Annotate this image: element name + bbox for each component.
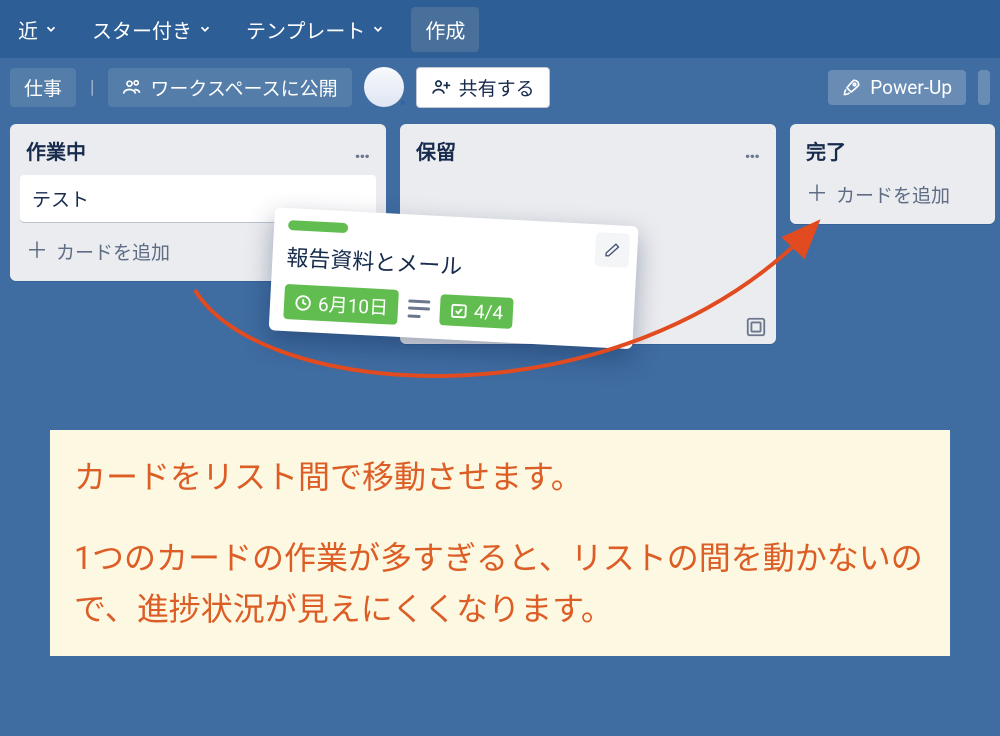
top-nav: 近 スター付き テンプレート 作成 [0,0,1000,58]
annotation-note: カードをリスト間で移動させます。 1つのカードの作業が多すぎると、リストの間を動… [50,430,950,656]
checklist-text: 4/4 [473,300,503,324]
person-plus-icon [431,77,451,97]
list-menu-button[interactable]: … [355,139,373,163]
chevron-down-icon [371,22,385,36]
nav-recent[interactable]: 近 [10,9,66,50]
nav-starred-label: スター付き [92,15,192,44]
list-title[interactable]: 完了 [806,136,846,165]
edit-card-button[interactable] [594,232,630,268]
nav-create-label: 作成 [425,15,465,44]
chevron-double-icon: » [400,95,406,109]
plus-icon: ＋ [806,184,828,206]
chevron-down-icon [198,22,212,36]
nav-recent-label: 近 [18,15,38,44]
clock-icon [294,293,313,312]
annotation-line2: 1つのカードの作業が多すぎると、リストの間を動かないので、進捗状況が見えにくくな… [74,533,926,635]
add-card-button[interactable]: ＋ カードを追加 [20,232,176,271]
nav-templates-label: テンプレート [246,15,365,44]
checklist-icon [450,301,469,320]
chevron-down-icon [44,22,58,36]
more-board-actions[interactable] [978,70,990,105]
card-label-green [288,220,348,233]
list-done: 完了 ＋ カードを追加 [790,124,995,224]
due-date-text: 6月10日 [317,290,388,321]
visibility-button[interactable]: ワークスペースに公開 [108,68,351,107]
rocket-icon [842,77,862,97]
share-label: 共有する [459,74,535,101]
list-menu-button[interactable]: … [745,139,763,163]
add-card-label: カードを追加 [836,181,950,208]
nav-create-button[interactable]: 作成 [411,7,479,52]
due-date-badge: 6月10日 [283,284,399,325]
add-card-label: カードを追加 [56,238,170,265]
visibility-label: ワークスペースに公開 [150,74,337,101]
card-title: テスト [32,188,89,211]
checklist-badge: 4/4 [439,294,514,329]
add-card-button[interactable]: ＋ カードを追加 [800,175,956,214]
pencil-icon [604,242,621,259]
board-name[interactable]: 仕事 [10,68,76,107]
people-icon [122,77,142,97]
dragged-card-title: 報告資料とメール [286,240,623,290]
dragged-card[interactable]: 報告資料とメール 6月10日 4/4 [269,207,639,349]
nav-templates[interactable]: テンプレート [238,9,393,50]
plus-icon: ＋ [26,241,48,263]
share-button[interactable]: 共有する [416,67,550,108]
powerup-button[interactable]: Power-Up [828,70,966,105]
avatar[interactable]: » [364,67,404,107]
template-icon[interactable] [745,316,767,338]
board-bar: 仕事 | ワークスペースに公開 » 共有する Power-Up [0,58,1000,116]
list-title[interactable]: 作業中 [26,136,86,165]
powerup-label: Power-Up [870,76,952,99]
list-title[interactable]: 保留 [416,136,456,165]
board-name-label: 仕事 [24,74,62,101]
divider: | [88,77,96,98]
nav-starred[interactable]: スター付き [84,9,220,50]
description-icon [408,299,431,318]
annotation-line1: カードをリスト間で移動させます。 [74,452,926,503]
